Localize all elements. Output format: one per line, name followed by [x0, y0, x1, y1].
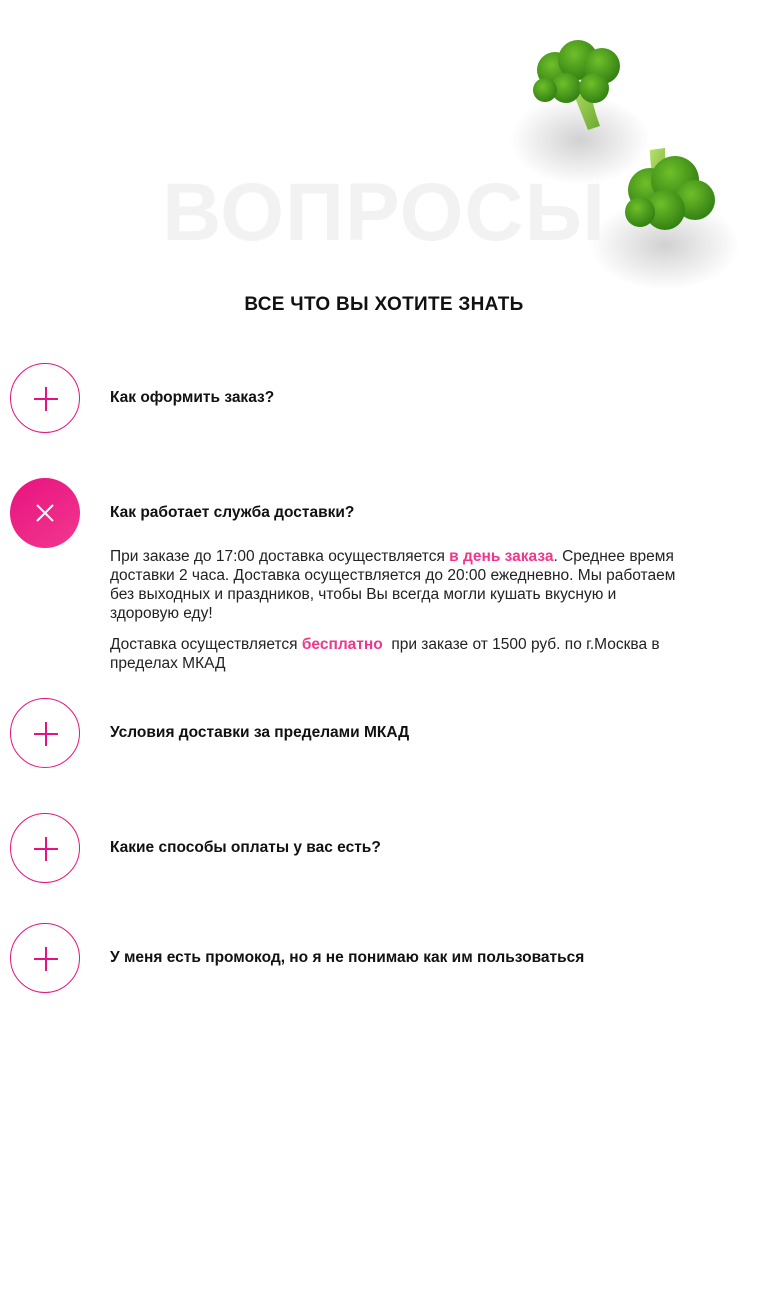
expand-toggle-button[interactable] [10, 813, 80, 883]
expand-toggle-button[interactable] [10, 363, 80, 433]
answer-text: Доставка осуществляется [110, 636, 302, 653]
plus-icon [34, 947, 58, 971]
faq-question[interactable]: У меня есть промокод, но я не понимаю ка… [110, 948, 710, 968]
plus-icon [34, 387, 58, 411]
answer-paragraph: Доставка осуществляется бесплатно при за… [110, 635, 682, 673]
faq-question[interactable]: Как работает служба доставки? [110, 503, 710, 523]
expand-toggle-button[interactable] [10, 698, 80, 768]
close-icon [36, 504, 54, 522]
expand-toggle-button[interactable] [10, 923, 80, 993]
faq-question[interactable]: Как оформить заказ? [110, 388, 710, 408]
section-title: ВСЕ ЧТО ВЫ ХОТИТЕ ЗНАТЬ [244, 294, 524, 315]
answer-highlight: в день заказа [449, 548, 554, 565]
faq-question[interactable]: Условия доставки за пределами МКАД [110, 723, 710, 743]
collapse-toggle-button[interactable] [10, 478, 80, 548]
section-background-title: ВОПРОСЫ [162, 167, 606, 258]
answer-paragraph: При заказе до 17:00 доставка осуществляе… [110, 547, 682, 623]
plus-icon [34, 837, 58, 861]
plus-icon [34, 722, 58, 746]
faq-answer: При заказе до 17:00 доставка осуществляе… [110, 547, 682, 685]
answer-text: При заказе до 17:00 доставка осуществляе… [110, 548, 450, 565]
answer-highlight: бесплатно [301, 636, 383, 653]
broccoli-image [510, 40, 740, 290]
faq-question[interactable]: Какие способы оплаты у вас есть? [110, 838, 710, 858]
